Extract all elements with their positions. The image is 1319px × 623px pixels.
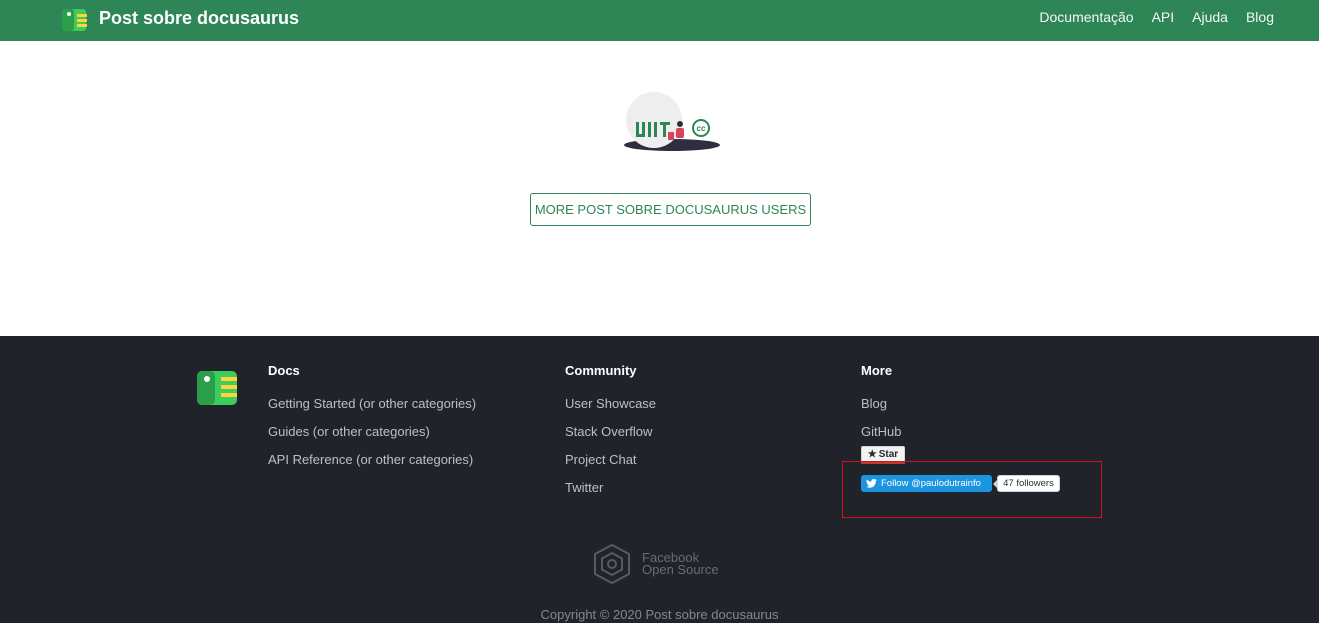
facebook-open-source-icon xyxy=(594,543,630,585)
fb-text-line-2: Open Source xyxy=(642,562,719,577)
docusaurus-logo-icon[interactable] xyxy=(61,6,89,32)
footer-link-project-chat[interactable]: Project Chat xyxy=(565,449,656,477)
nav-ajuda[interactable]: Ajuda xyxy=(1192,9,1228,25)
footer-link-user-showcase[interactable]: User Showcase xyxy=(565,393,656,421)
nav-documentacao[interactable]: Documentação xyxy=(1039,9,1133,25)
footer-link-api-reference[interactable]: API Reference (or other categories) xyxy=(268,449,476,477)
star-icon: ★ xyxy=(867,449,877,460)
footer-link-blog[interactable]: Blog xyxy=(861,393,901,421)
footer-more-heading: More xyxy=(861,363,893,378)
copyright-text: Copyright © 2020 Post sobre docusaurus xyxy=(540,607,779,622)
nav-blog[interactable]: Blog xyxy=(1246,9,1274,25)
twitter-follow-label: Follow @paulodutrainfo xyxy=(881,478,981,489)
nav-api[interactable]: API xyxy=(1152,9,1175,25)
twitter-follow-button[interactable]: Follow @paulodutrainfo xyxy=(861,475,992,492)
svg-text:cc: cc xyxy=(697,124,706,133)
footer-logo-icon[interactable] xyxy=(195,367,241,407)
footer-link-twitter[interactable]: Twitter xyxy=(565,477,656,505)
facebook-open-source-text: Facebook Open Source xyxy=(642,551,719,577)
footer-link-getting-started[interactable]: Getting Started (or other categories) xyxy=(268,393,476,421)
twitter-bird-icon xyxy=(866,479,877,488)
footer-link-guides[interactable]: Guides (or other categories) xyxy=(268,421,476,449)
star-label: Star xyxy=(878,449,899,460)
footer-community-heading: Community xyxy=(565,363,637,378)
site-header: Post sobre docusaurus Documentação API A… xyxy=(0,0,1319,41)
more-users-button[interactable]: MORE POST SOBRE DOCUSAURUS USERS xyxy=(530,193,811,226)
twitter-followers-count[interactable]: 47 followers xyxy=(993,475,1060,492)
footer-link-github[interactable]: GitHub xyxy=(861,421,901,449)
top-nav: Documentação API Ajuda Blog xyxy=(1021,9,1274,25)
footer-docs-heading: Docs xyxy=(268,363,300,378)
footer-community-column: Community User Showcase Stack Overflow P… xyxy=(565,362,656,505)
footer-more-column: More Blog GitHub xyxy=(861,362,901,449)
user-showcase-image: cc xyxy=(624,92,720,151)
footer-docs-column: Docs Getting Started (or other categorie… xyxy=(268,362,476,477)
footer-link-stack-overflow[interactable]: Stack Overflow xyxy=(565,421,656,449)
site-title[interactable]: Post sobre docusaurus xyxy=(99,8,299,29)
